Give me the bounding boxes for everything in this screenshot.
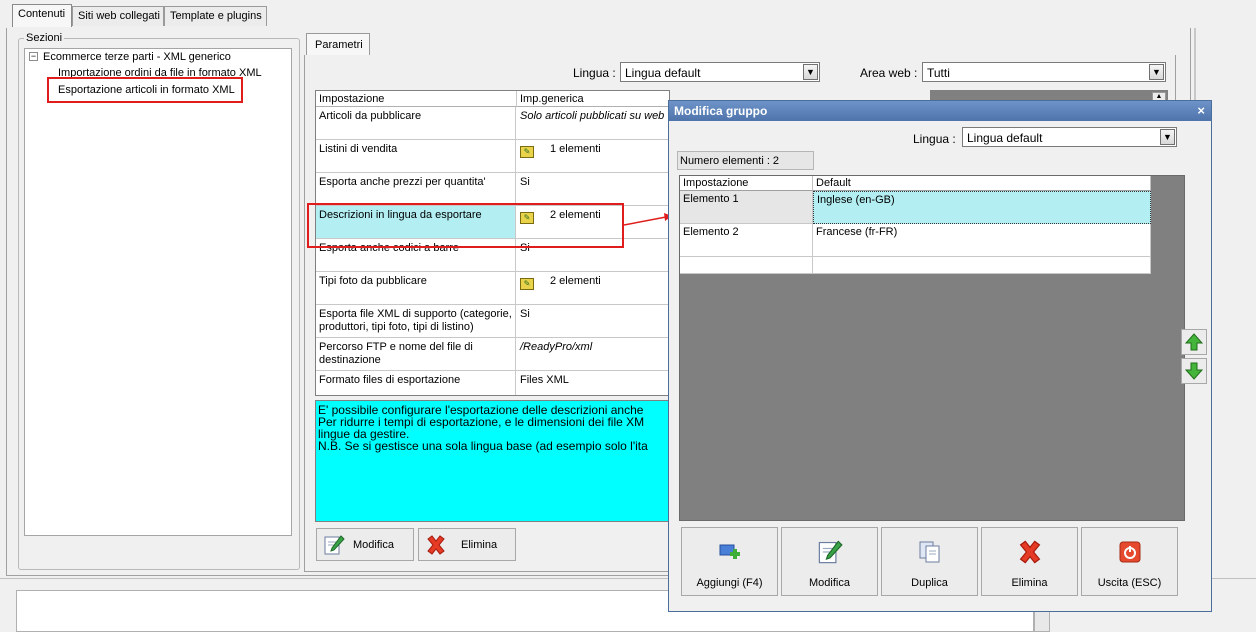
- empty-row-label: [680, 257, 813, 274]
- table-row[interactable]: Percorso FTP e nome del file di destinaz…: [316, 338, 669, 371]
- row-label: Percorso FTP e nome del file di destinaz…: [316, 338, 516, 370]
- row-value-elemento-1[interactable]: Inglese (en-GB): [813, 191, 1151, 224]
- elimina-label: Elimina: [461, 538, 498, 551]
- modifica-label: Modifica: [353, 538, 394, 551]
- dialog-modifica-label: Modifica: [809, 577, 850, 589]
- list-edit-icon: ✎: [520, 278, 534, 290]
- area-web-label: Area web :: [860, 66, 918, 80]
- dialog-button-bar: Aggiungi (F4) Modifica Duplica Elimina U…: [681, 527, 1183, 597]
- add-icon: [717, 539, 743, 565]
- row-value: Si: [520, 308, 530, 320]
- modifica-button[interactable]: Modifica: [316, 528, 414, 561]
- uscita-button[interactable]: Uscita (ESC): [1081, 527, 1178, 596]
- row-label: Esporta anche prezzi per quantita': [316, 173, 516, 205]
- lingua-select[interactable]: Lingua default ▼: [620, 62, 820, 82]
- row-label: Listini di vendita: [316, 140, 516, 172]
- row-value-elemento-2[interactable]: Francese (fr-FR): [813, 224, 1151, 257]
- dialog-modifica-button[interactable]: Modifica: [781, 527, 878, 596]
- elements-grid-area: Impostazione Default Elemento 1 Inglese …: [679, 175, 1185, 521]
- dialog-elimina-button[interactable]: Elimina: [981, 527, 1078, 596]
- header-default: Default: [813, 176, 1151, 191]
- move-down-button[interactable]: [1181, 358, 1207, 384]
- lingua-select-value: Lingua default: [625, 66, 701, 80]
- table-row[interactable]: Esporta file XML di supporto (categorie,…: [316, 305, 669, 338]
- sections-tree: − Ecommerce terze parti - XML generico I…: [24, 48, 292, 536]
- delete-x-icon: [427, 534, 445, 555]
- dialog-lingua-select[interactable]: Lingua default ▼: [962, 127, 1177, 147]
- delete-x-icon: [1017, 539, 1043, 565]
- row-label: Articoli da pubblicare: [316, 107, 516, 139]
- modifica-gruppo-dialog: Modifica gruppo × Lingua : Lingua defaul…: [668, 100, 1212, 612]
- tab-parametri[interactable]: Parametri: [306, 33, 370, 55]
- row-value: Files XML: [520, 374, 569, 386]
- table-row[interactable]: Articoli da pubblicare Solo articoli pub…: [316, 107, 669, 140]
- uscita-label: Uscita (ESC): [1097, 577, 1162, 589]
- edit-icon: [817, 539, 843, 565]
- area-web-select-value: Tutti: [927, 66, 950, 80]
- dialog-lingua-value: Lingua default: [967, 131, 1043, 145]
- annotation-box-sezione: [47, 77, 243, 103]
- tab-contenuti[interactable]: Contenuti: [12, 4, 72, 27]
- tab-template-e-plugins[interactable]: Template e plugins: [164, 6, 267, 26]
- row-value: Si: [520, 176, 530, 188]
- numero-elementi: Numero elementi : 2: [677, 151, 814, 170]
- aggiungi-label: Aggiungi (F4): [696, 577, 763, 589]
- power-icon: [1117, 539, 1143, 565]
- dialog-lingua-label: Lingua :: [913, 132, 956, 146]
- list-edit-icon: ✎: [520, 146, 534, 158]
- elements-table: Impostazione Default Elemento 1 Inglese …: [680, 176, 1151, 274]
- collapse-icon[interactable]: −: [29, 52, 38, 61]
- row-label: Esporta file XML di supporto (categorie,…: [316, 305, 516, 337]
- edit-icon: [324, 534, 345, 554]
- dialog-title: Modifica gruppo: [674, 104, 768, 118]
- info-box: E' possibile configurare l'esportazione …: [315, 400, 670, 522]
- table-row[interactable]: Formato files di esportazione Files XML: [316, 371, 669, 395]
- table-row[interactable]: Esporta anche prezzi per quantita' Si: [316, 173, 669, 206]
- close-icon[interactable]: ×: [1197, 103, 1205, 118]
- table-row[interactable]: Listini di vendita ✎ 1 elementi: [316, 140, 669, 173]
- annotation-box-descrizioni: [307, 203, 624, 248]
- row-label: Tipi foto da pubblicare: [316, 272, 516, 304]
- header-impostazione: Impostazione: [316, 91, 517, 107]
- top-tab-bar: Contenuti Siti web collegati Template e …: [0, 0, 1196, 28]
- header-impostazione: Impostazione: [680, 176, 813, 191]
- arrow-down-icon: [1184, 362, 1204, 380]
- aggiungi-button[interactable]: Aggiungi (F4): [681, 527, 778, 596]
- row-label: Formato files di esportazione: [316, 371, 516, 395]
- annotation-arrow: [623, 213, 672, 226]
- move-up-button[interactable]: [1181, 329, 1207, 355]
- row-label-elemento-1[interactable]: Elemento 1: [680, 191, 813, 224]
- duplica-label: Duplica: [911, 577, 948, 589]
- chevron-down-icon: ▼: [1149, 64, 1164, 80]
- row-value: Solo articoli pubblicati su web: [520, 110, 665, 122]
- area-web-select[interactable]: Tutti ▼: [922, 62, 1166, 82]
- row-value: /ReadyPro/xml: [520, 341, 593, 353]
- row-value: 2 elementi: [550, 275, 601, 287]
- duplica-button[interactable]: Duplica: [881, 527, 978, 596]
- row-value: 1 elementi: [550, 143, 601, 155]
- elimina-button[interactable]: Elimina: [418, 528, 516, 561]
- header-imp-generica: Imp.generica: [517, 91, 669, 107]
- duplicate-icon: [917, 539, 943, 565]
- dialog-elimina-label: Elimina: [1011, 577, 1048, 589]
- chevron-down-icon: ▼: [803, 64, 818, 80]
- row-label-elemento-2[interactable]: Elemento 2: [680, 224, 813, 257]
- table-row[interactable]: Tipi foto da pubblicare ✎ 2 elementi: [316, 272, 669, 305]
- arrow-up-icon: [1184, 333, 1204, 351]
- dialog-titlebar: Modifica gruppo ×: [669, 101, 1211, 121]
- lingua-label: Lingua :: [573, 66, 616, 80]
- tab-siti-web-collegati[interactable]: Siti web collegati: [72, 6, 164, 26]
- sezioni-legend: Sezioni: [24, 32, 65, 44]
- info-line: N.B. Se si gestisce una sola lingua base…: [318, 439, 648, 453]
- chevron-down-icon: ▼: [1160, 129, 1175, 145]
- tree-root-ecommerce[interactable]: Ecommerce terze parti - XML generico: [43, 51, 231, 63]
- empty-row-value: [813, 257, 1151, 274]
